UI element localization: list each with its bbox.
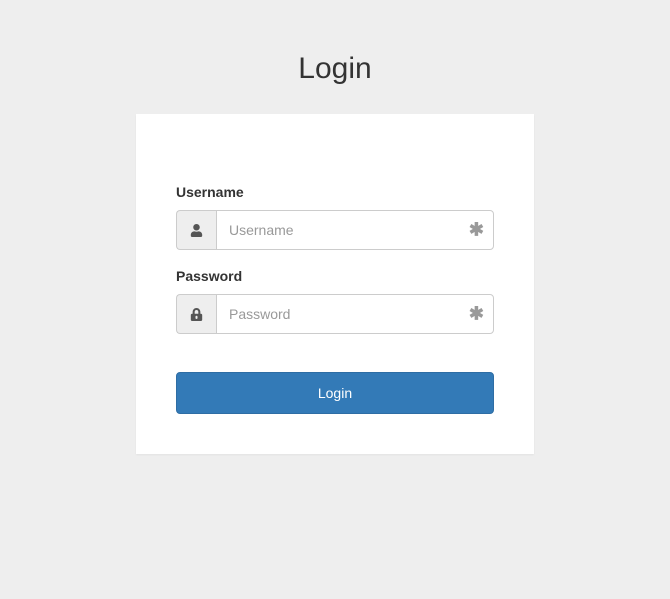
password-input[interactable] <box>216 294 494 334</box>
password-label: Password <box>176 268 494 284</box>
username-label: Username <box>176 184 494 200</box>
user-icon <box>176 210 216 250</box>
username-input-group: ✱ <box>176 210 494 250</box>
password-input-group: ✱ <box>176 294 494 334</box>
lock-icon <box>176 294 216 334</box>
page-title: Login <box>0 0 670 114</box>
login-button[interactable]: Login <box>176 372 494 414</box>
password-group: Password ✱ <box>176 268 494 334</box>
login-card: Username ✱ Password ✱ Login <box>136 114 534 454</box>
username-input[interactable] <box>216 210 494 250</box>
username-group: Username ✱ <box>176 184 494 250</box>
